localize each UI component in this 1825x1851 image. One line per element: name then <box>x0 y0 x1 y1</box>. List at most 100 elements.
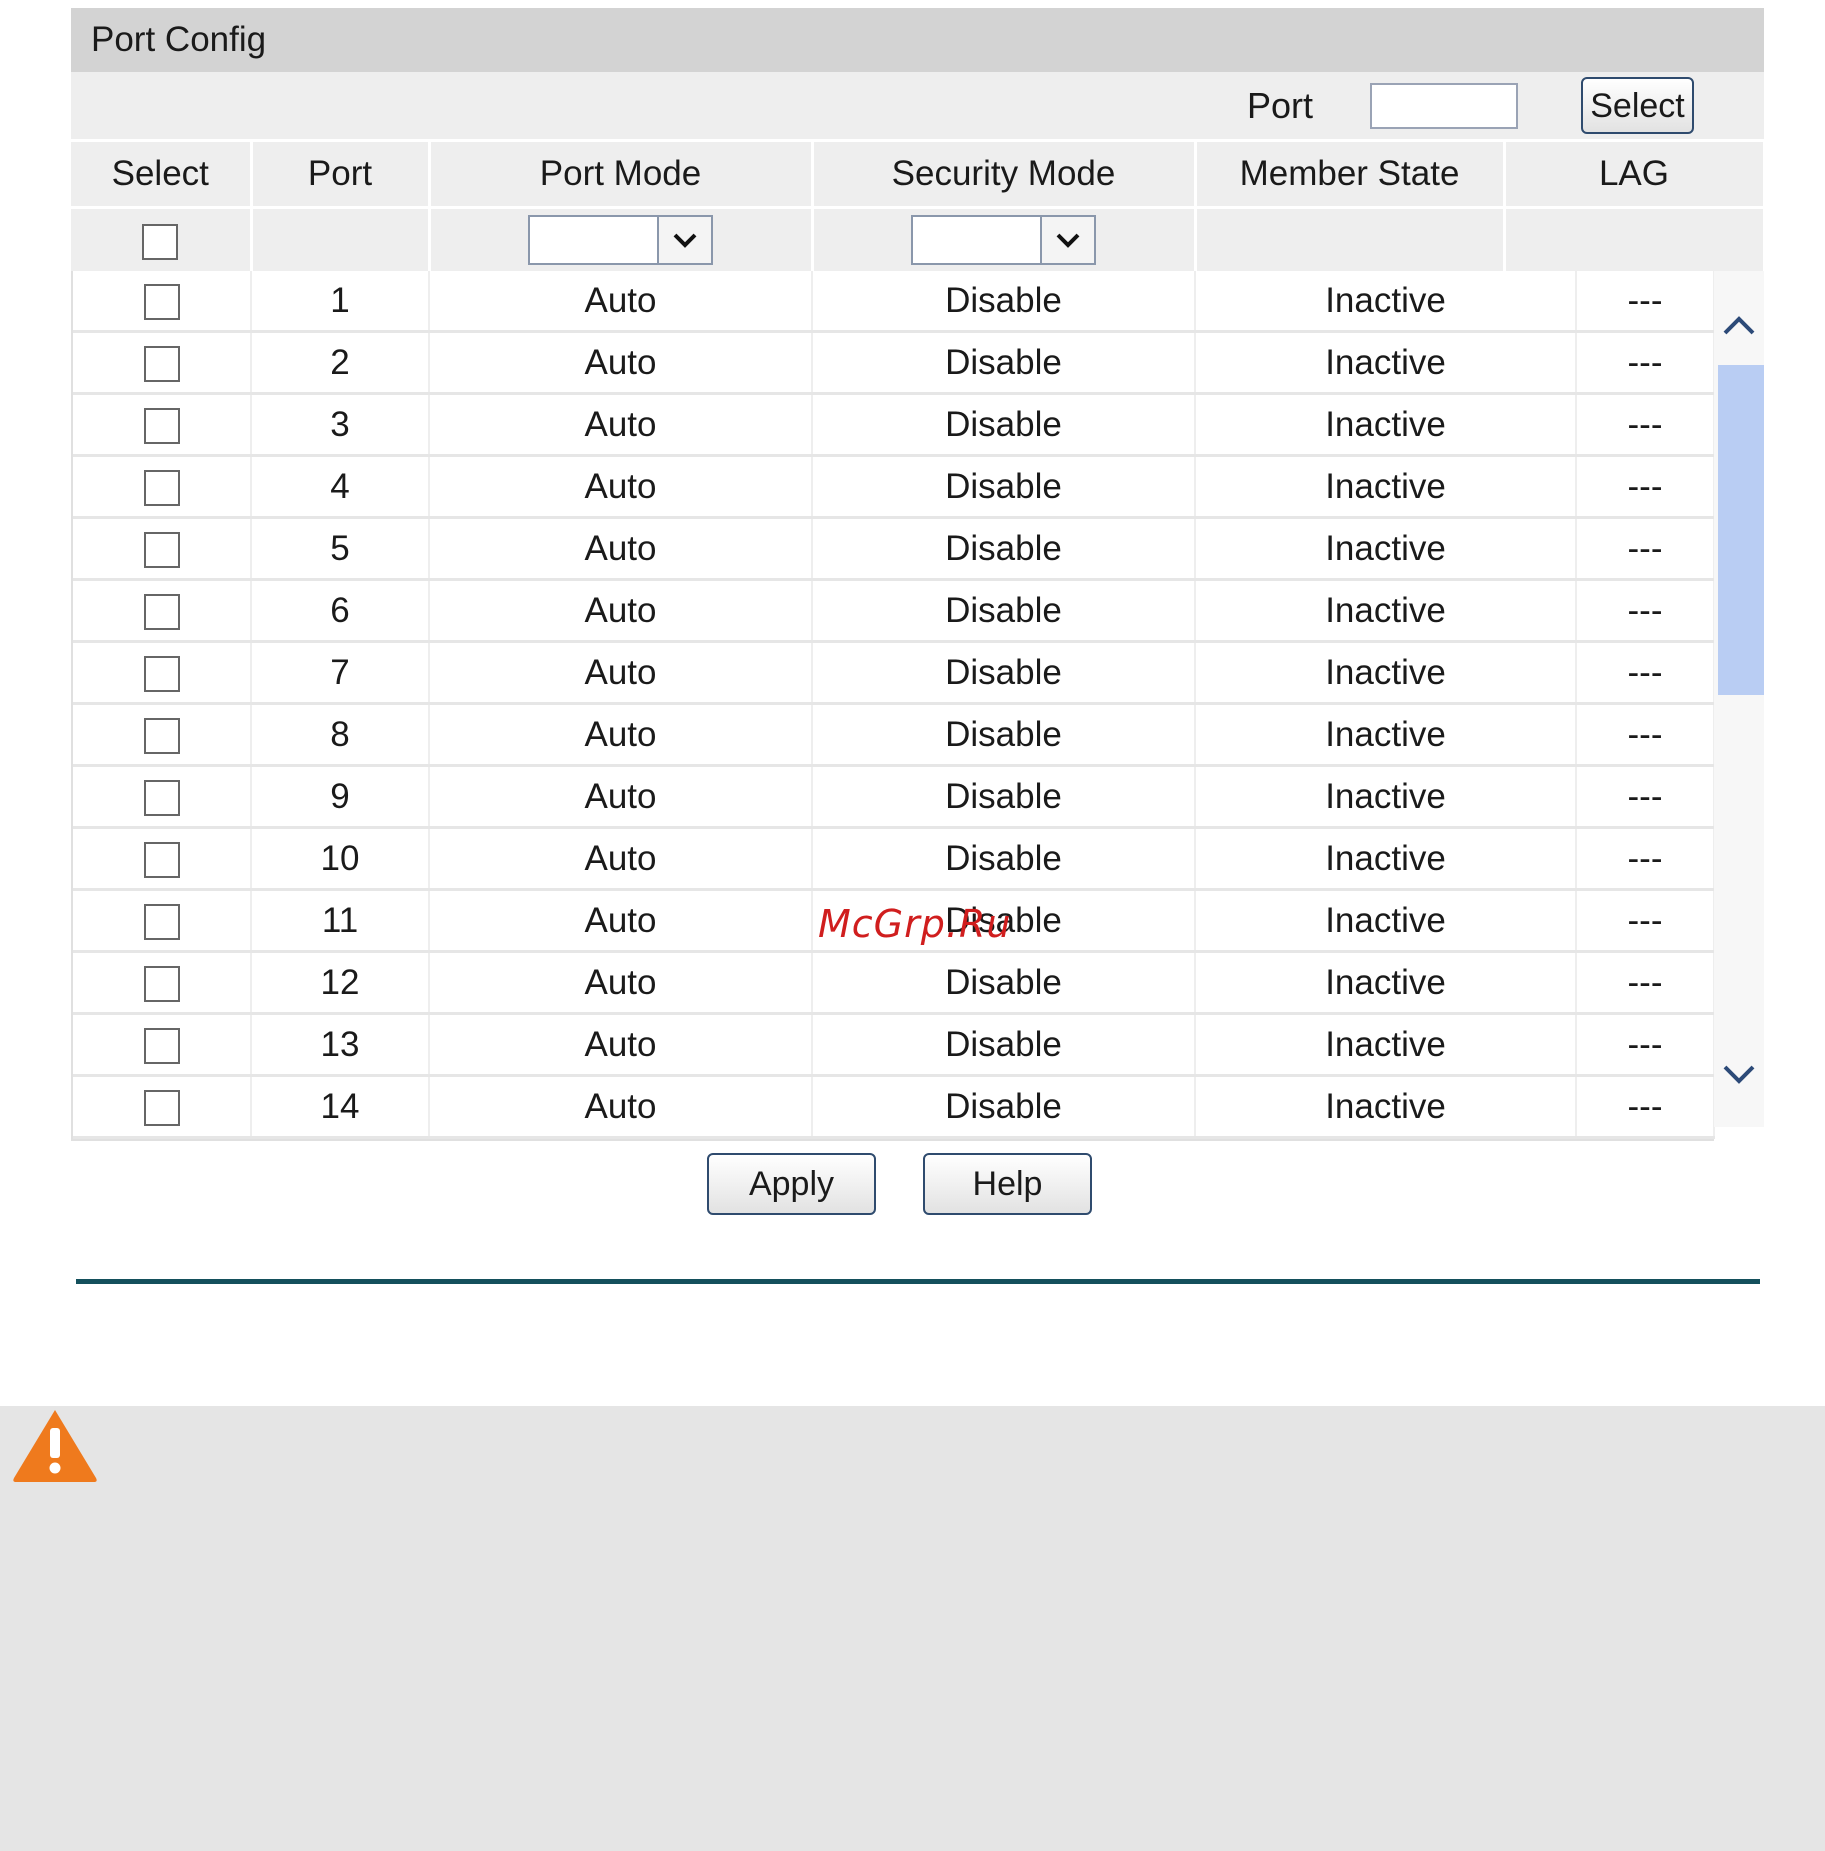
security-mode-cell: Disable <box>812 517 1196 581</box>
row-select-checkbox[interactable] <box>143 346 180 383</box>
security-mode-cell: Disable <box>812 703 1196 767</box>
lag-cell: --- <box>1576 951 1715 1015</box>
table-row[interactable]: 5 Auto Disable Inactive --- <box>73 517 1715 581</box>
member-state-cell: Inactive <box>1195 579 1577 643</box>
port-cell: 12 <box>251 951 430 1015</box>
port-filter-input[interactable] <box>1370 83 1518 129</box>
port-table-body: 1 Auto Disable Inactive --- 2 Auto Disable Inact… <box>71 271 1764 1141</box>
chevron-down-icon[interactable] <box>657 217 711 263</box>
security-mode-cell: Disable <box>812 827 1196 891</box>
row-select-cell <box>73 641 252 705</box>
row-select-checkbox[interactable] <box>143 594 180 631</box>
row-select-checkbox[interactable] <box>143 718 180 755</box>
table-row[interactable]: 6 Auto Disable Inactive --- <box>73 579 1715 643</box>
panel-title: Port Config <box>71 8 1764 72</box>
port-table-header: Select Port Port Mode Security Mode Memb… <box>71 142 1766 271</box>
table-row[interactable]: 8 Auto Disable Inactive --- <box>73 703 1715 767</box>
port-filter-cell <box>251 207 431 271</box>
port-mode-filter-cell <box>429 207 814 271</box>
lag-cell: --- <box>1576 455 1715 519</box>
port-cell: 7 <box>251 641 430 705</box>
security-mode-dropdown[interactable] <box>911 215 1096 265</box>
port-cell: 13 <box>251 1013 430 1077</box>
row-select-checkbox[interactable] <box>143 284 180 321</box>
lag-cell: --- <box>1576 889 1715 953</box>
port-mode-cell: Auto <box>429 393 813 457</box>
port-mode-cell: Auto <box>429 579 813 643</box>
row-select-checkbox[interactable] <box>143 1090 180 1127</box>
security-mode-cell: Disable <box>812 393 1196 457</box>
member-state-cell: Inactive <box>1195 765 1577 829</box>
port-mode-cell: Auto <box>429 331 813 395</box>
row-select-cell <box>73 271 252 333</box>
security-mode-cell: Disable <box>812 765 1196 829</box>
column-header-lag: LAG <box>1504 142 1766 209</box>
member-state-cell: Inactive <box>1195 703 1577 767</box>
table-row[interactable]: 9 Auto Disable Inactive --- <box>73 765 1715 829</box>
column-header-select: Select <box>71 142 253 209</box>
lag-cell: --- <box>1576 1075 1715 1139</box>
row-select-checkbox[interactable] <box>143 966 180 1003</box>
table-row[interactable]: 13 Auto Disable Inactive --- <box>73 1013 1715 1077</box>
row-select-checkbox[interactable] <box>143 470 180 507</box>
apply-button[interactable]: Apply <box>707 1153 876 1215</box>
note-box <box>0 1406 1825 1851</box>
port-mode-cell: Auto <box>429 1075 813 1139</box>
table-row[interactable]: 3 Auto Disable Inactive --- <box>73 393 1715 457</box>
chevron-down-icon[interactable] <box>1040 217 1094 263</box>
column-header-member-state: Member State <box>1195 142 1506 209</box>
table-row[interactable]: 1 Auto Disable Inactive --- <box>73 271 1715 333</box>
column-header-port: Port <box>251 142 431 209</box>
table-row[interactable]: 10 Auto Disable Inactive --- <box>73 827 1715 891</box>
warning-triangle-icon <box>10 1406 100 1484</box>
member-state-cell: Inactive <box>1195 455 1577 519</box>
port-cell: 3 <box>251 393 430 457</box>
port-select-button[interactable]: Select <box>1581 77 1694 134</box>
port-mode-dropdown[interactable] <box>528 215 713 265</box>
table-row[interactable]: 12 Auto Disable Inactive --- <box>73 951 1715 1015</box>
port-cell: 11 <box>251 889 430 953</box>
select-all-cell <box>71 207 253 271</box>
table-scrollbar[interactable] <box>1714 271 1764 1127</box>
port-mode-cell: Auto <box>429 271 813 333</box>
row-select-checkbox[interactable] <box>143 842 180 879</box>
security-mode-cell: Disable <box>812 271 1196 333</box>
table-row[interactable]: 14 Auto Disable Inactive --- <box>73 1075 1715 1139</box>
select-all-checkbox[interactable] <box>142 223 179 260</box>
help-button[interactable]: Help <box>923 1153 1092 1215</box>
row-select-cell <box>73 331 252 395</box>
port-table-rows: 1 Auto Disable Inactive --- 2 Auto Disable Inact… <box>71 271 1715 1141</box>
port-mode-cell: Auto <box>429 889 813 953</box>
row-select-cell <box>73 889 252 953</box>
chevron-down-icon[interactable] <box>1714 1055 1764 1095</box>
port-mode-cell: Auto <box>429 517 813 581</box>
table-row[interactable]: 7 Auto Disable Inactive --- <box>73 641 1715 705</box>
watermark: McGrp.Ru <box>818 902 1012 946</box>
page: Port Config Port Select Select Port Port… <box>0 0 1825 1851</box>
port-mode-cell: Auto <box>429 765 813 829</box>
chevron-up-icon[interactable] <box>1714 305 1764 345</box>
port-cell: 14 <box>251 1075 430 1139</box>
scrollbar-thumb[interactable] <box>1718 365 1764 695</box>
port-cell: 5 <box>251 517 430 581</box>
table-row[interactable]: 2 Auto Disable Inactive --- <box>73 331 1715 395</box>
lag-cell: --- <box>1576 827 1715 891</box>
member-state-cell: Inactive <box>1195 1013 1577 1077</box>
row-select-checkbox[interactable] <box>143 408 180 445</box>
lag-cell: --- <box>1576 271 1715 333</box>
row-select-checkbox[interactable] <box>143 904 180 941</box>
row-select-cell <box>73 951 252 1015</box>
lag-cell: --- <box>1576 517 1715 581</box>
row-select-checkbox[interactable] <box>143 656 180 693</box>
member-state-cell: Inactive <box>1195 331 1577 395</box>
port-mode-cell: Auto <box>429 455 813 519</box>
security-mode-cell: Disable <box>812 951 1196 1015</box>
row-select-checkbox[interactable] <box>143 532 180 569</box>
table-row[interactable]: 4 Auto Disable Inactive --- <box>73 455 1715 519</box>
port-cell: 1 <box>251 271 430 333</box>
port-cell: 6 <box>251 579 430 643</box>
row-select-checkbox[interactable] <box>143 1028 180 1065</box>
lag-filter-cell <box>1504 207 1766 271</box>
security-mode-cell: Disable <box>812 455 1196 519</box>
row-select-checkbox[interactable] <box>143 780 180 817</box>
